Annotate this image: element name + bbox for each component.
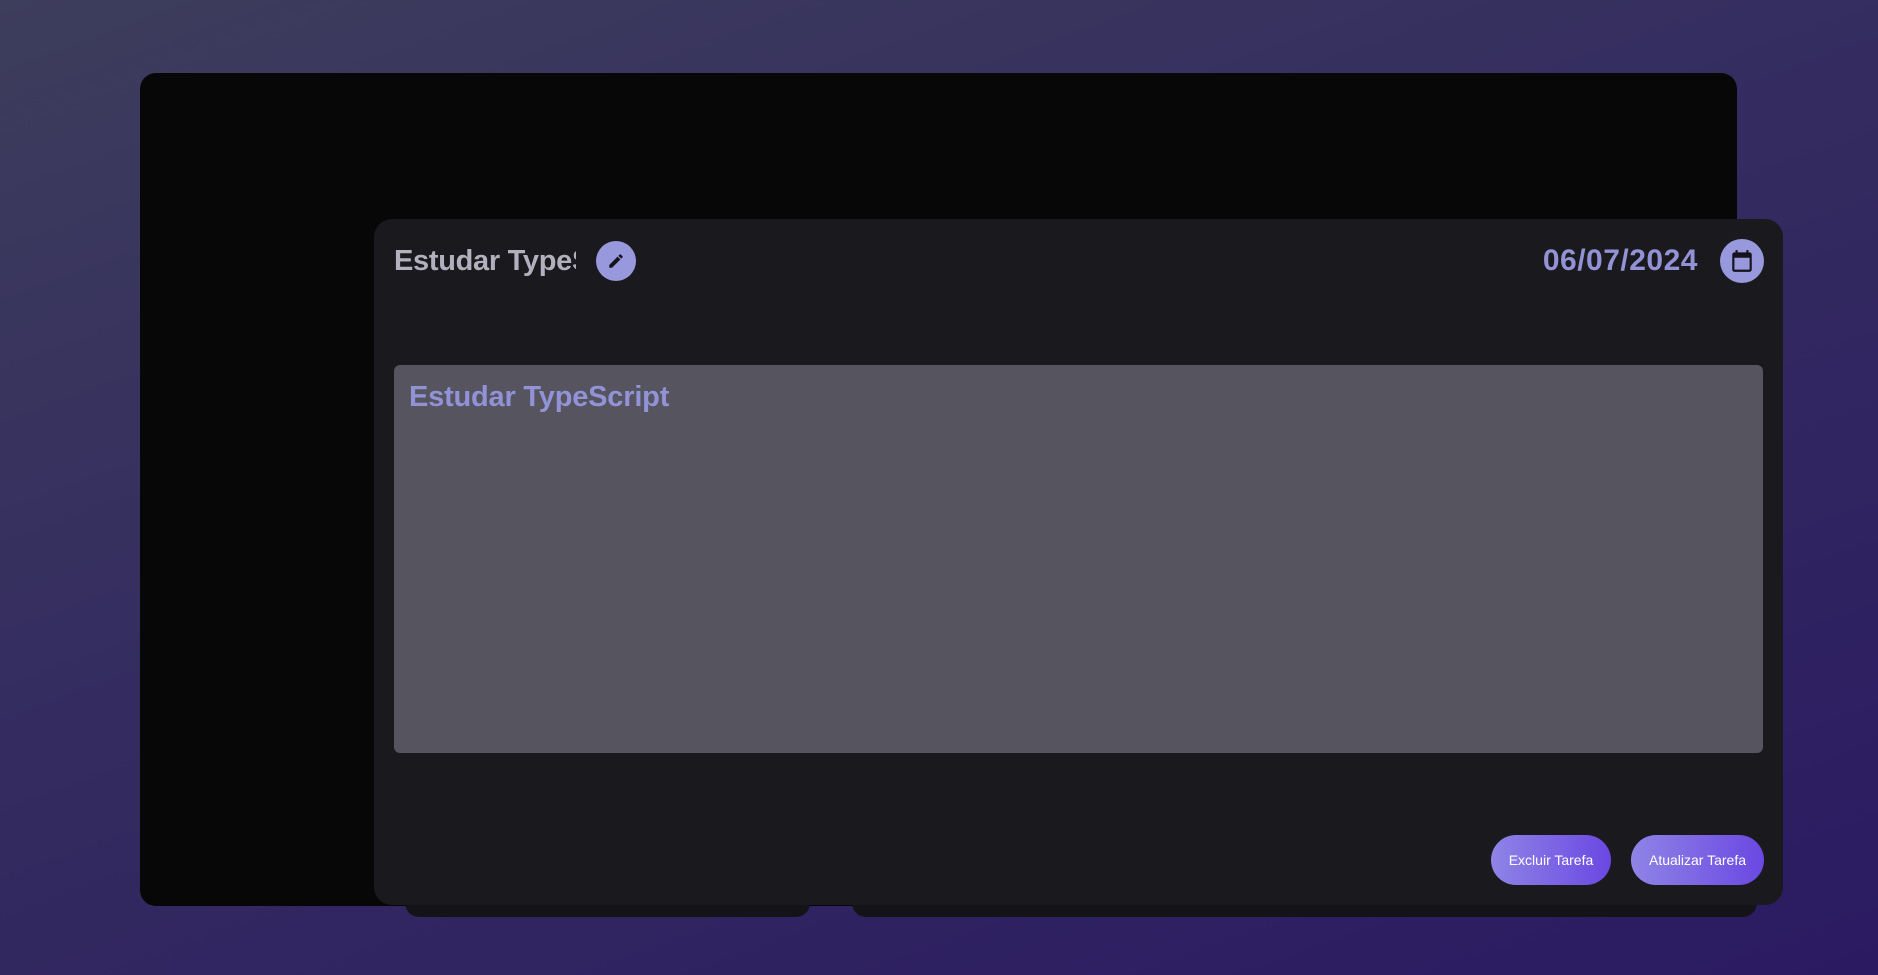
task-actions: Excluir Tarefa Atualizar Tarefa	[1491, 835, 1764, 885]
delete-task-button[interactable]: Excluir Tarefa	[1491, 835, 1611, 885]
task-description-text: Estudar TypeScript	[409, 381, 670, 413]
update-task-button[interactable]: Atualizar Tarefa	[1631, 835, 1764, 885]
task-title-group: Estudar TypeScript	[394, 241, 636, 281]
pencil-icon	[609, 254, 623, 268]
task-date-group: 06/07/2024	[1543, 239, 1764, 283]
task-modal-backdrop: Estudar TypeScript 06/07/2024 Estudar Ty…	[140, 73, 1783, 917]
task-date: 06/07/2024	[1542, 244, 1698, 277]
task-title[interactable]: Estudar TypeScript	[394, 245, 576, 278]
task-description-textarea[interactable]: Estudar TypeScript	[394, 365, 1763, 753]
calendar-button[interactable]	[1720, 239, 1764, 283]
calendar-icon	[1732, 250, 1752, 272]
task-edit-card: Estudar TypeScript 06/07/2024 Estudar Ty…	[374, 219, 1783, 905]
task-header: Estudar TypeScript 06/07/2024	[394, 239, 1764, 283]
edit-title-button[interactable]	[596, 241, 636, 281]
